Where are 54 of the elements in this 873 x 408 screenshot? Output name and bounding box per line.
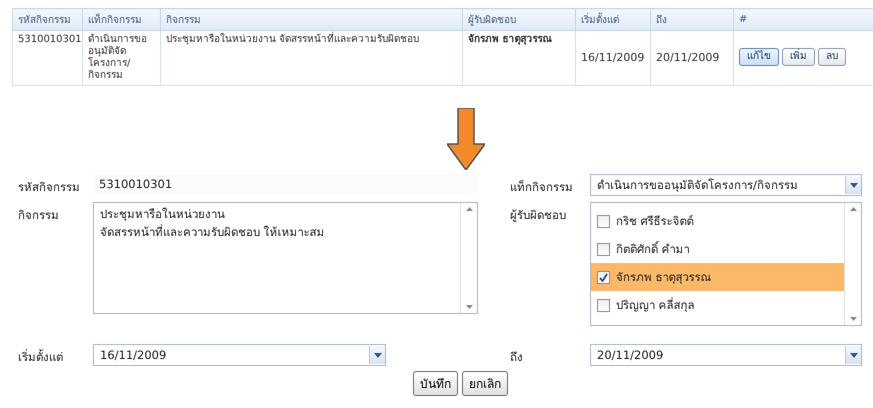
- table-cell: ดำเนินการขออนุมัติจัดโครงการ/กิจกรรม: [82, 30, 160, 86]
- list-option[interactable]: กริช ศรีธีระจิตต์: [591, 207, 844, 235]
- table-cell: 20/11/2009: [650, 30, 734, 86]
- list-option[interactable]: กิตติศักดิ์ คำมา: [591, 235, 844, 263]
- option-label: จักรภพ ธาตุสุวรรณ: [616, 269, 712, 286]
- list-option[interactable]: ปริญญา คลี่สกุล: [591, 291, 844, 319]
- dropdown-arrow-icon[interactable]: [850, 352, 858, 358]
- activity-textarea[interactable]: ประชุมหารือในหน่วยงาน จัดสรรหน้าที่และความรับผิดชอบ ให้เหมาะสม: [93, 202, 478, 314]
- tag-select[interactable]: ดำเนินการขออนุมัติจัดโครงการ/กิจกรรม: [590, 174, 862, 196]
- select-value: ดำเนินการขออนุมัติจัดโครงการ/กิจกรรม: [597, 177, 798, 194]
- option-label: ปริญญา คลี่สกุล: [616, 296, 695, 314]
- checkbox[interactable]: [597, 298, 610, 312]
- textarea-text: ประชุมหารือในหน่วยงาน จัดสรรหน้าที่และความรับผิดชอบ ให้เหมาะสม: [99, 206, 326, 241]
- scroll-up-icon[interactable]: [466, 207, 472, 211]
- field-label: ผู้รับผิดชอบ: [510, 207, 567, 224]
- scroll-down-icon[interactable]: [850, 317, 856, 321]
- save-button[interactable]: บันทึก: [413, 371, 458, 396]
- field-label: กิจกรรม: [18, 207, 60, 224]
- column-header: #: [734, 8, 873, 30]
- scroll-up-icon[interactable]: [850, 207, 856, 211]
- table-cell: 16/11/2009: [576, 30, 650, 86]
- start-date-select[interactable]: 16/11/2009: [93, 344, 386, 366]
- end-date-select[interactable]: 20/11/2009: [590, 344, 862, 366]
- field-label: รหัสกิจกรรม: [18, 179, 81, 196]
- table-cell: จักรภพ ธาตุสุวรรณ: [462, 30, 576, 86]
- cancel-button[interactable]: ยกเลิก: [462, 371, 508, 396]
- scroll-down-icon[interactable]: [466, 305, 472, 309]
- down-arrow-icon: [446, 108, 484, 170]
- field-label: ถึง: [510, 349, 524, 366]
- checkbox[interactable]: [597, 214, 610, 228]
- column-header: ผู้รับผิดชอบ: [462, 8, 576, 30]
- select-value: 20/11/2009: [597, 348, 664, 362]
- table-cell: ประชุมหารือในหน่วยงาน จัดสรรหน้าที่และความรับผิดชอบ: [160, 30, 462, 86]
- column-header: เริ่มตั้งแต่: [576, 8, 650, 30]
- column-header: กิจกรรม: [160, 8, 462, 30]
- column-header: ถึง: [650, 8, 734, 30]
- select-value: 16/11/2009: [100, 348, 166, 362]
- option-label: กริช ศรีธีระจิตต์: [616, 213, 694, 230]
- responsible-list[interactable]: กริช ศรีธีระจิตต์ กิตติศักดิ์ คำมา จักรภพ ธาตุสุวรรณ ปริญญา คลี่สกุล: [590, 202, 862, 326]
- field-label: แท็กกิจกรรม: [510, 178, 574, 196]
- dropdown-arrow-icon[interactable]: [374, 352, 382, 358]
- edit-button[interactable]: แก้ไข: [739, 48, 779, 66]
- dropdown-arrow-icon[interactable]: [850, 182, 858, 188]
- table-cell: 5310010301: [12, 30, 82, 86]
- code-value: 5310010301: [93, 174, 478, 194]
- column-header: รหัสกิจกรรม: [12, 8, 82, 30]
- delete-button[interactable]: ลบ: [818, 48, 846, 66]
- field-label: เริ่มตั้งแต่: [18, 348, 64, 366]
- checkbox[interactable]: [597, 270, 610, 284]
- column-header: แท็กกิจกรรม: [82, 8, 160, 30]
- list-option[interactable]: จักรภพ ธาตุสุวรรณ: [591, 263, 844, 291]
- checkbox[interactable]: [597, 242, 610, 256]
- option-label: กิตติศักดิ์ คำมา: [616, 240, 690, 258]
- add-button[interactable]: เพิ่ม: [782, 48, 815, 66]
